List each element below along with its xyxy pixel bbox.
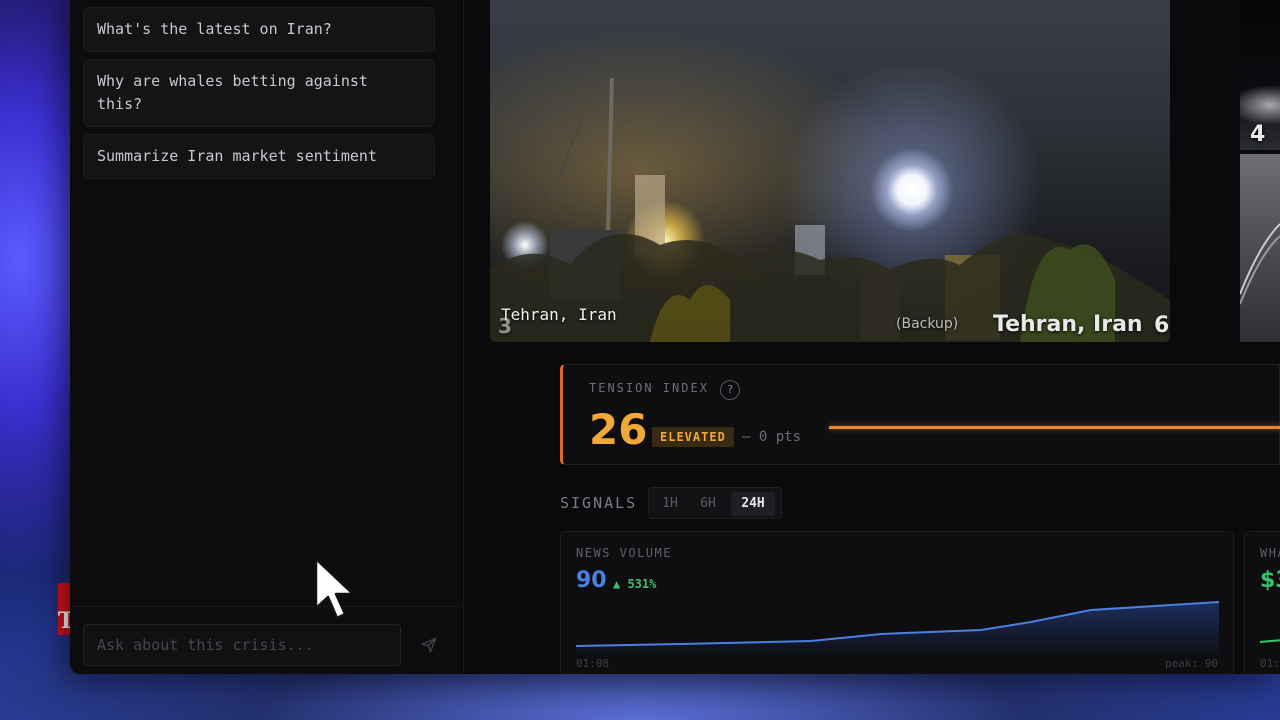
tension-label: TENSION INDEX (589, 381, 709, 395)
card-start-time: 01:08 (576, 657, 610, 670)
send-icon (421, 637, 437, 653)
suggestion-latest-iran[interactable]: What's the latest on Iran? (83, 7, 435, 52)
camera-location-label: Tehran, Iran (501, 305, 617, 324)
time-range-selector: 1H 6H 24H (648, 487, 782, 519)
camera-backup-tag: (Backup) (896, 316, 959, 332)
dashboard-main: Tehran, Iran 3 (Backup) Tehran, Iran 6 6… (464, 0, 1280, 674)
help-icon[interactable]: ? (720, 380, 740, 400)
send-button[interactable] (410, 624, 448, 666)
suggestion-label: What's the latest on Iran? (97, 20, 332, 38)
news-volume-card[interactable]: NEWS VOLUME 90 ▲ 531% 01:08 peak: 90 (560, 531, 1234, 674)
suggestion-summarize[interactable]: Summarize Iran market sentiment (83, 134, 435, 179)
chat-input-bar (70, 606, 463, 674)
news-volume-sparkline (575, 601, 1220, 657)
range-6h-button[interactable]: 6H (693, 492, 723, 516)
tension-index-card: TENSION INDEX ? 26 ELEVATED — 0 pts (560, 364, 1280, 465)
suggestion-label: Summarize Iran market sentiment (97, 147, 377, 165)
mouse-cursor-icon (314, 557, 355, 620)
camera-feed-side[interactable] (1240, 154, 1280, 342)
suggestion-whales[interactable]: Why are whales betting against this? (83, 59, 435, 127)
camera-side-scene (1240, 223, 1280, 305)
whale-flow-card[interactable]: WHALE FLOW $3.0M 01:08 (1244, 531, 1280, 674)
camera-number: 4 (1250, 122, 1266, 147)
camera-scene (490, 77, 1170, 342)
tension-delta: — 0 pts (742, 429, 802, 445)
camera-feed-main[interactable]: Tehran, Iran 3 (Backup) Tehran, Iran 6 (490, 0, 1170, 342)
chat-panel: What's the latest on Iran? Why are whale… (70, 0, 464, 674)
tension-bar (829, 426, 1280, 429)
card-peak: peak: 90 (1165, 657, 1218, 670)
app-window: What's the latest on Iran? Why are whale… (70, 0, 1280, 674)
card-start-time: 01:08 (1260, 657, 1280, 670)
tension-value: 26 (589, 405, 648, 454)
camera-number: 3 (498, 314, 512, 338)
camera-6-number: 6 (1154, 313, 1170, 338)
chat-input[interactable] (83, 624, 401, 666)
camera-feed-4[interactable]: 4 (1240, 0, 1280, 150)
suggestion-label: Why are whales betting against this? (97, 72, 368, 113)
range-24h-button[interactable]: 24H (731, 492, 775, 516)
tension-status-badge: ELEVATED (652, 427, 734, 447)
range-1h-button[interactable]: 1H (655, 492, 685, 516)
camera-overlay-location: Tehran, Iran (993, 312, 1143, 337)
whale-flow-sparkline (1259, 639, 1280, 643)
signals-heading: SIGNALS (560, 494, 638, 512)
